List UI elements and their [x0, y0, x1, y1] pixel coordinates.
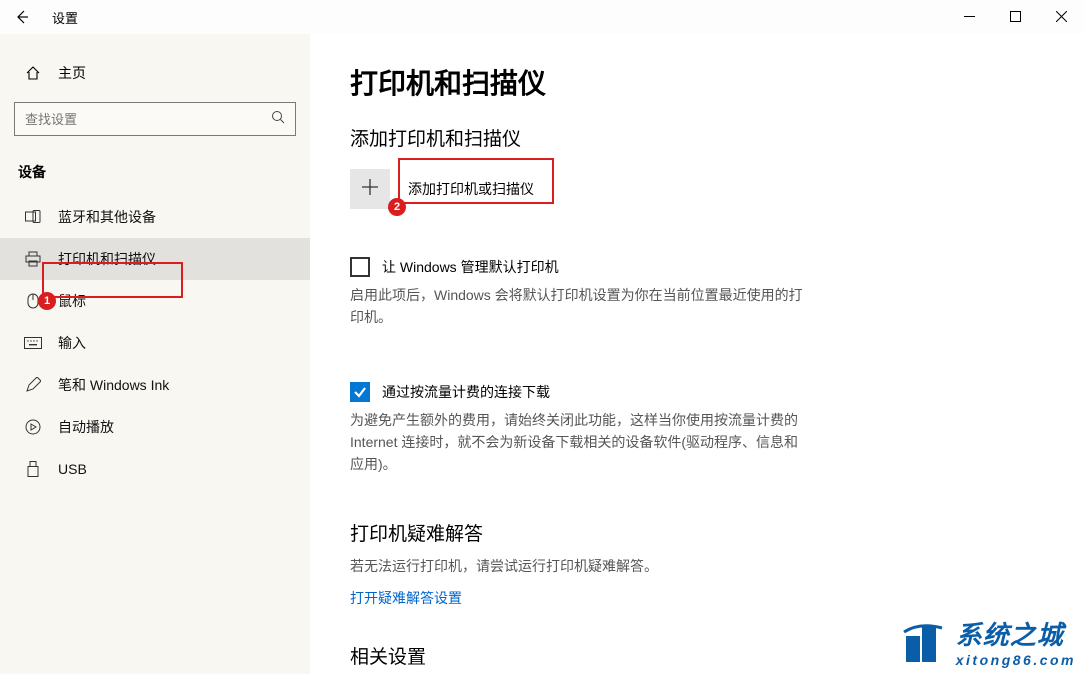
sidebar: 主页 设备 蓝牙和其他设备 打印机和扫描仪 — [0, 34, 310, 674]
minimize-button[interactable] — [946, 0, 992, 32]
sidebar-item-pen[interactable]: 笔和 Windows Ink — [0, 364, 310, 406]
minimize-icon — [964, 11, 975, 22]
home-icon — [22, 65, 44, 81]
main-panel: 打印机和扫描仪 添加打印机和扫描仪 添加打印机或扫描仪 让 Windows 管理… — [310, 34, 1084, 674]
metered-checkbox[interactable] — [350, 382, 370, 402]
metered-label: 通过按流量计费的连接下载 — [382, 382, 550, 402]
sidebar-item-autoplay[interactable]: 自动播放 — [0, 406, 310, 448]
related-section: 相关设置 — [350, 642, 1044, 669]
close-icon — [1056, 11, 1067, 22]
content-area: 主页 设备 蓝牙和其他设备 打印机和扫描仪 — [0, 34, 1084, 674]
sidebar-item-label: 鼠标 — [58, 291, 86, 311]
sidebar-section-title: 设备 — [0, 154, 310, 196]
devices-icon — [22, 210, 44, 224]
manage-default-checkbox[interactable] — [350, 257, 370, 277]
add-printer-button[interactable] — [350, 169, 390, 209]
add-section-heading: 添加打印机和扫描仪 — [350, 124, 1044, 151]
close-button[interactable] — [1038, 0, 1084, 32]
usb-icon — [22, 461, 44, 477]
printer-icon — [22, 251, 44, 267]
plus-icon — [361, 176, 379, 202]
back-button[interactable] — [0, 0, 44, 34]
search-icon — [271, 110, 285, 129]
sidebar-item-usb[interactable]: USB — [0, 448, 310, 490]
page-title: 打印机和扫描仪 — [350, 62, 1044, 102]
troubleshoot-desc: 若无法运行打印机，请尝试运行打印机疑难解答。 — [350, 556, 810, 578]
related-heading: 相关设置 — [350, 642, 1044, 669]
sidebar-item-label: 自动播放 — [58, 417, 114, 437]
sidebar-item-label: 打印机和扫描仪 — [58, 249, 156, 269]
metered-row: 通过按流量计费的连接下载 — [350, 382, 1044, 402]
window-title: 设置 — [52, 8, 78, 27]
settings-window: 设置 主页 — [0, 0, 1084, 674]
search-box[interactable] — [14, 102, 296, 136]
pen-icon — [22, 377, 44, 393]
manage-default-row: 让 Windows 管理默认打印机 — [350, 257, 1044, 277]
sidebar-item-label: USB — [58, 461, 87, 477]
sidebar-item-printers[interactable]: 打印机和扫描仪 — [0, 238, 310, 280]
annotation-badge-1: 1 — [38, 292, 56, 310]
troubleshoot-link[interactable]: 打开疑难解答设置 — [350, 588, 462, 608]
search-input[interactable] — [25, 112, 271, 127]
keyboard-icon — [22, 337, 44, 349]
maximize-button[interactable] — [992, 0, 1038, 32]
troubleshoot-section: 打印机疑难解答 若无法运行打印机，请尝试运行打印机疑难解答。 打开疑难解答设置 — [350, 519, 1044, 608]
sidebar-item-bluetooth[interactable]: 蓝牙和其他设备 — [0, 196, 310, 238]
metered-desc: 为避免产生额外的费用，请始终关闭此功能，这样当你使用按流量计费的 Interne… — [350, 410, 810, 475]
arrow-left-icon — [14, 9, 30, 25]
add-printer-row: 添加打印机或扫描仪 — [350, 169, 1044, 209]
sidebar-item-label: 笔和 Windows Ink — [58, 375, 169, 395]
home-nav[interactable]: 主页 — [0, 52, 310, 94]
sidebar-item-label: 输入 — [58, 333, 86, 353]
sidebar-item-label: 蓝牙和其他设备 — [58, 207, 156, 227]
add-printer-label: 添加打印机或扫描仪 — [408, 179, 534, 199]
sidebar-item-typing[interactable]: 输入 — [0, 322, 310, 364]
window-controls — [946, 0, 1084, 32]
annotation-badge-2: 2 — [388, 198, 406, 216]
manage-default-label: 让 Windows 管理默认打印机 — [382, 257, 559, 277]
manage-default-desc: 启用此项后，Windows 会将默认打印机设置为你在当前位置最近使用的打印机。 — [350, 285, 810, 328]
home-label: 主页 — [58, 63, 86, 83]
troubleshoot-heading: 打印机疑难解答 — [350, 519, 1044, 546]
autoplay-icon — [22, 419, 44, 435]
titlebar: 设置 — [0, 0, 1084, 34]
maximize-icon — [1010, 11, 1021, 22]
